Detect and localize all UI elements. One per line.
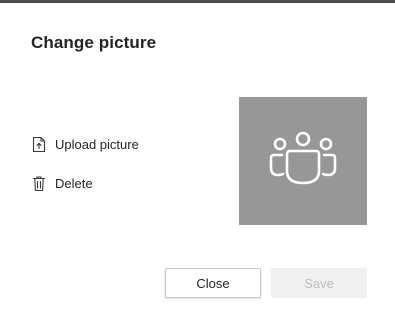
close-button[interactable]: Close — [165, 268, 261, 298]
upload-picture-label: Upload picture — [55, 136, 139, 152]
trash-icon — [31, 174, 47, 192]
picture-preview — [239, 97, 367, 225]
change-picture-dialog: Change picture Upload picture Delete Clo… — [0, 3, 395, 328]
delete-label: Delete — [55, 175, 93, 191]
upload-file-icon — [31, 135, 47, 153]
dialog-title: Change picture — [31, 33, 157, 52]
team-people-icon — [269, 131, 337, 185]
save-button[interactable]: Save — [271, 268, 367, 298]
delete-button[interactable]: Delete — [31, 174, 93, 192]
upload-picture-button[interactable]: Upload picture — [31, 135, 139, 153]
